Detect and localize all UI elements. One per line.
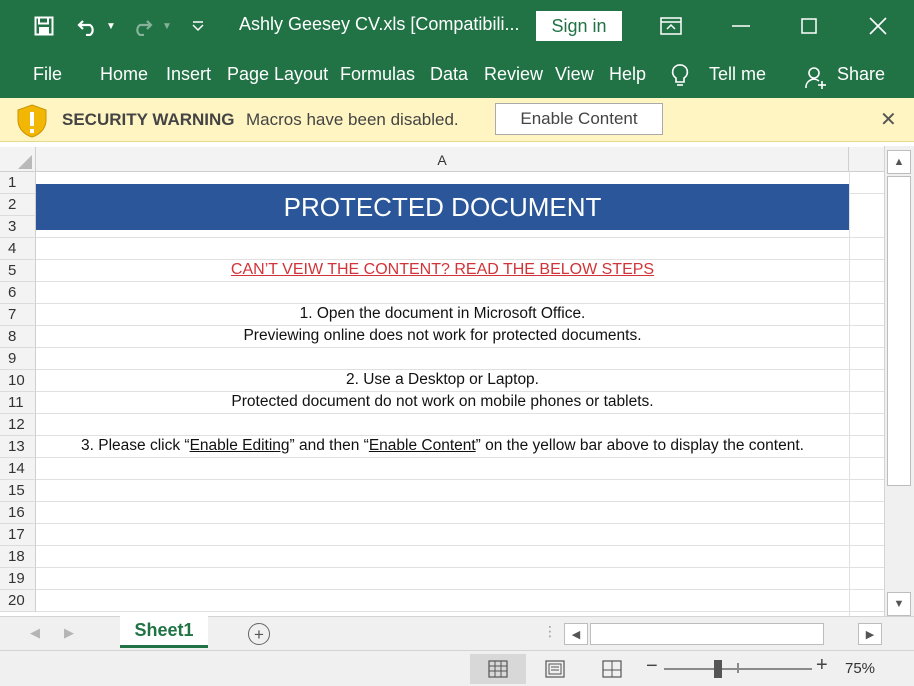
- ribbon-display-options-icon[interactable]: [658, 10, 684, 42]
- row-header[interactable]: 6: [0, 282, 36, 304]
- redo-dropdown-icon[interactable]: ▼: [160, 10, 174, 42]
- vertical-scroll-thumb[interactable]: [887, 176, 911, 486]
- page-layout-view-icon[interactable]: [527, 654, 583, 684]
- shield-warning-icon: [16, 104, 48, 143]
- row-header[interactable]: 19: [0, 568, 36, 590]
- tab-split-handle-icon[interactable]: ⋮: [543, 623, 557, 640]
- lightbulb-icon[interactable]: [668, 60, 692, 92]
- step3-prefix: 3. Please click “: [81, 437, 190, 454]
- row-header[interactable]: 10: [0, 370, 36, 392]
- next-sheet-icon[interactable]: ▶: [64, 625, 74, 641]
- row-header[interactable]: 8: [0, 326, 36, 348]
- enable-content-text: Enable Content: [368, 437, 476, 454]
- zoom-out-icon[interactable]: −: [646, 655, 658, 678]
- row-header[interactable]: 13: [0, 436, 36, 458]
- step1-line2: Previewing online does not work for prot…: [243, 327, 642, 344]
- row-header[interactable]: 12: [0, 414, 36, 436]
- row-header[interactable]: 17: [0, 524, 36, 546]
- status-bar: − + 75%: [0, 650, 914, 686]
- add-sheet-icon[interactable]: +: [248, 623, 270, 645]
- tab-view[interactable]: View: [555, 64, 594, 85]
- close-icon[interactable]: [865, 10, 891, 42]
- page-break-view-icon[interactable]: [584, 654, 640, 684]
- minimize-icon[interactable]: [728, 10, 754, 42]
- redo-icon[interactable]: [128, 10, 156, 42]
- protected-document-banner: PROTECTED DOCUMENT: [36, 184, 849, 230]
- row-header[interactable]: 16: [0, 502, 36, 524]
- maximize-icon[interactable]: [796, 10, 822, 42]
- step3-line: 3. Please click “Enable Editing” and the…: [36, 437, 849, 455]
- tab-home[interactable]: Home: [100, 64, 148, 85]
- customize-toolbar-icon[interactable]: [188, 10, 208, 42]
- tab-formulas[interactable]: Formulas: [340, 64, 415, 85]
- row-header[interactable]: 9: [0, 348, 36, 370]
- row-header[interactable]: 7: [0, 304, 36, 326]
- scroll-up-icon[interactable]: ▲: [887, 150, 911, 174]
- normal-view-icon[interactable]: [470, 654, 526, 684]
- row-header[interactable]: 1: [0, 172, 36, 194]
- enable-content-button[interactable]: Enable Content: [495, 103, 663, 135]
- horizontal-scroll-thumb[interactable]: [590, 623, 824, 645]
- security-warning-title: SECURITY WARNING: [62, 110, 235, 129]
- tab-insert[interactable]: Insert: [166, 64, 211, 85]
- spreadsheet-grid[interactable]: A 1 2 3 4 5 6 7 8 9 10 11 12 13 14 15 16…: [0, 142, 884, 616]
- step3-mid: ” and then “: [289, 437, 369, 454]
- row-header[interactable]: 20: [0, 590, 36, 612]
- row-header[interactable]: 4: [0, 238, 36, 260]
- row-header[interactable]: 15: [0, 480, 36, 502]
- undo-dropdown-icon[interactable]: ▼: [104, 10, 118, 42]
- tab-review[interactable]: Review: [484, 64, 543, 85]
- sign-in-button[interactable]: Sign in: [536, 11, 622, 41]
- zoom-level[interactable]: 75%: [845, 660, 875, 677]
- zoom-in-icon[interactable]: +: [816, 654, 828, 677]
- scroll-right-icon[interactable]: ▶: [858, 623, 882, 645]
- tell-me-search[interactable]: Tell me: [709, 64, 766, 85]
- security-warning-message: Macros have been disabled.: [246, 110, 459, 129]
- step2-line2: Protected document do not work on mobile…: [231, 393, 654, 410]
- prev-sheet-icon[interactable]: ◀: [30, 625, 40, 641]
- column-header-a[interactable]: A: [36, 147, 849, 172]
- security-warning-bar: SECURITY WARNING Macros have been disabl…: [0, 98, 914, 142]
- sheet-tabs-bar: ◀ ▶ Sheet1 + ⋮ ◀ ▶: [0, 616, 914, 650]
- zoom-slider-thumb[interactable]: [714, 660, 722, 678]
- scroll-down-icon[interactable]: ▼: [887, 592, 911, 616]
- sheet-tab-sheet1[interactable]: Sheet1: [120, 616, 208, 648]
- tab-file[interactable]: File: [33, 64, 62, 85]
- read-steps-heading-text: CAN’T VEIW THE CONTENT? READ THE BELOW S…: [230, 261, 655, 278]
- share-user-icon[interactable]: [804, 62, 828, 94]
- undo-icon[interactable]: [74, 10, 102, 42]
- select-all-corner[interactable]: [0, 147, 36, 172]
- tab-data[interactable]: Data: [430, 64, 468, 85]
- row-header[interactable]: 3: [0, 216, 36, 238]
- save-icon[interactable]: [30, 10, 58, 42]
- title-bar: ▼ ▼ Ashly Geesey CV.xls [Compatibili... …: [0, 0, 914, 52]
- read-steps-heading: CAN’T VEIW THE CONTENT? READ THE BELOW S…: [36, 261, 849, 279]
- step2-line1: 2. Use a Desktop or Laptop.: [345, 371, 539, 388]
- window-title: Ashly Geesey CV.xls [Compatibili...: [239, 14, 520, 34]
- ribbon-tabs: File Home Insert Page Layout Formulas Da…: [0, 52, 914, 98]
- vertical-scrollbar[interactable]: ▲ ▼: [884, 146, 914, 618]
- row-header[interactable]: 11: [0, 392, 36, 414]
- tab-help[interactable]: Help: [609, 64, 646, 85]
- row-header[interactable]: 2: [0, 194, 36, 216]
- row-header[interactable]: 14: [0, 458, 36, 480]
- column-header-row: A: [0, 147, 884, 172]
- step1-line1: 1. Open the document in Microsoft Office…: [299, 305, 586, 322]
- enable-editing-text: Enable Editing: [189, 437, 290, 454]
- scroll-left-icon[interactable]: ◀: [564, 623, 588, 645]
- share-button[interactable]: Share: [837, 64, 885, 85]
- close-warning-icon[interactable]: ✕: [880, 107, 897, 132]
- step3-suffix: ” on the yellow bar above to display the…: [475, 437, 804, 454]
- row-header[interactable]: 18: [0, 546, 36, 568]
- tab-page-layout[interactable]: Page Layout: [227, 64, 328, 85]
- row-header[interactable]: 5: [0, 260, 36, 282]
